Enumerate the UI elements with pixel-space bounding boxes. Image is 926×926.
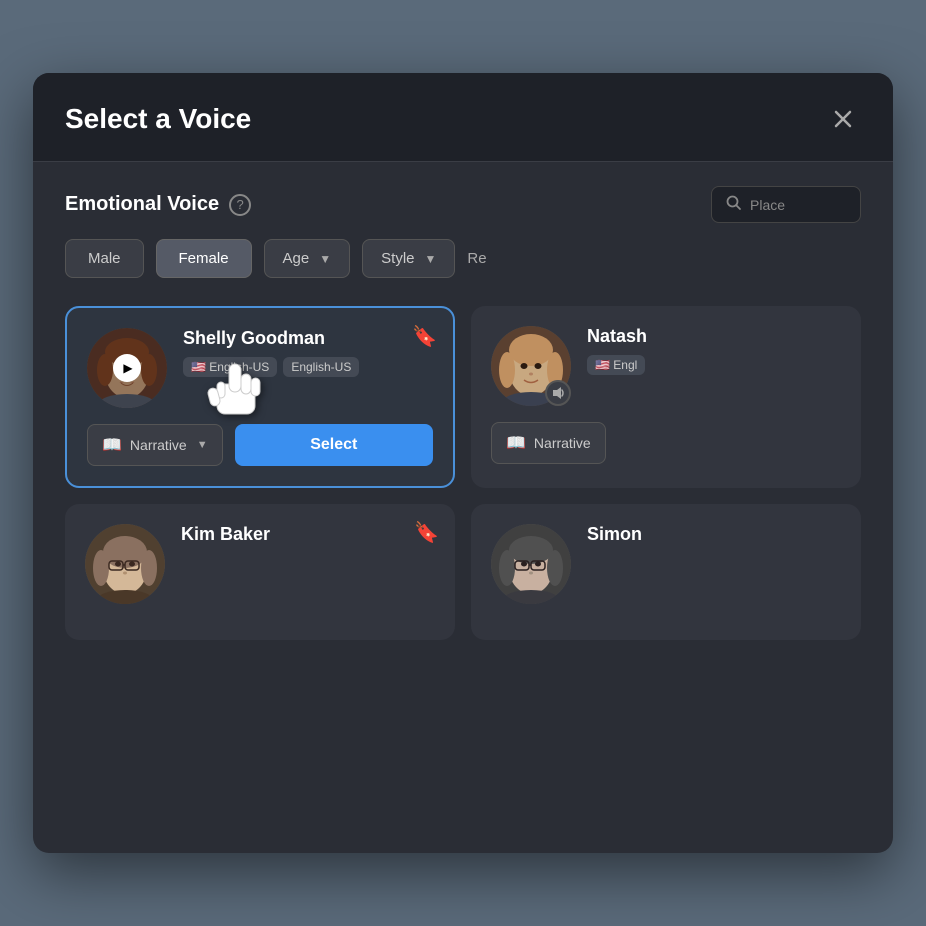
book-icon-shelly: 📖: [102, 435, 122, 455]
style-text-shelly: Narrative: [130, 437, 187, 453]
bookmark-button-shelly[interactable]: 🔖: [412, 324, 437, 349]
play-icon-shelly: ▶: [113, 354, 141, 382]
avatar-svg-simon: [491, 524, 571, 604]
style-chevron-icon: ▼: [425, 252, 437, 266]
voice-name-simon: Simon: [587, 524, 841, 545]
tags-row-shelly: 🇺🇸 English-US English-US: [183, 357, 433, 377]
select-button-shelly[interactable]: Select: [235, 424, 433, 466]
style-dropdown-shelly[interactable]: 📖 Narrative ▼: [87, 424, 223, 466]
card-top-simon: Simon: [491, 524, 841, 604]
help-icon[interactable]: ?: [229, 194, 251, 216]
card-info-simon: Simon: [587, 524, 841, 553]
sub-header: Emotional Voice ? Place: [33, 162, 893, 239]
voice-name-shelly: Shelly Goodman: [183, 328, 433, 349]
style-filter-dropdown[interactable]: Style ▼: [362, 239, 455, 278]
card-top-kim: Kim Baker: [85, 524, 435, 604]
age-chevron-icon: ▼: [319, 252, 331, 266]
avatar-circle-simon: [491, 524, 571, 604]
male-filter-button[interactable]: Male: [65, 239, 144, 278]
section-title: Emotional Voice: [65, 193, 219, 216]
close-button[interactable]: [825, 101, 861, 137]
age-label: Age: [283, 250, 310, 267]
voice-card-simon[interactable]: Simon: [471, 504, 861, 640]
tag-english-us-2: English-US: [283, 357, 359, 377]
avatar-kim: [85, 524, 165, 604]
card-top-shelly: ▶ Shelly Goodman 🇺🇸 English-US English-U…: [87, 328, 433, 408]
modal-header: Select a Voice: [33, 73, 893, 162]
modal-title: Select a Voice: [65, 103, 251, 135]
voice-card-shelly[interactable]: ▶ Shelly Goodman 🇺🇸 English-US English-U…: [65, 306, 455, 488]
age-filter-dropdown[interactable]: Age ▼: [264, 239, 351, 278]
style-text-natasha: Narrative: [534, 435, 591, 451]
voice-name-natasha: Natash: [587, 326, 841, 347]
book-icon-natasha: 📖: [506, 433, 526, 453]
voice-card-natasha[interactable]: Natash 🇺🇸 Engl 📖 Narrative: [471, 306, 861, 488]
search-box[interactable]: Place: [711, 186, 861, 223]
card-info-natasha: Natash 🇺🇸 Engl: [587, 326, 841, 375]
reset-label[interactable]: Re: [467, 250, 486, 267]
style-label: Style: [381, 250, 414, 267]
voice-selection-modal: Select a Voice Emotional Voice ? Place M…: [33, 73, 893, 853]
avatar-circle-kim: [85, 524, 165, 604]
avatar-svg-kim: [85, 524, 165, 604]
voice-cards-grid: ▶ Shelly Goodman 🇺🇸 English-US English-U…: [33, 298, 893, 664]
bookmark-button-kim[interactable]: 🔖: [414, 520, 439, 545]
card-bottom-shelly: 📖 Narrative ▼ Select: [87, 424, 433, 466]
card-bottom-natasha: 📖 Narrative: [491, 422, 841, 464]
speaker-icon-natasha[interactable]: [545, 380, 571, 406]
avatar-simon: [491, 524, 571, 604]
avatar-shelly: ▶: [87, 328, 167, 408]
play-overlay-shelly[interactable]: ▶: [87, 328, 167, 408]
search-placeholder: Place: [750, 197, 785, 213]
card-top-natasha: Natash 🇺🇸 Engl: [491, 326, 841, 406]
tags-row-natasha: 🇺🇸 Engl: [587, 355, 841, 375]
close-icon: [833, 109, 853, 129]
voice-card-kim[interactable]: Kim Baker 🔖: [65, 504, 455, 640]
avatar-natasha: [491, 326, 571, 406]
female-filter-button[interactable]: Female: [156, 239, 252, 278]
tag-engl-natasha: 🇺🇸 Engl: [587, 355, 645, 375]
search-icon: [726, 195, 742, 214]
section-title-row: Emotional Voice ?: [65, 193, 251, 216]
voice-name-kim: Kim Baker: [181, 524, 435, 545]
tag-english-us-1: 🇺🇸 English-US: [183, 357, 277, 377]
style-dropdown-natasha[interactable]: 📖 Narrative: [491, 422, 606, 464]
card-info-shelly: Shelly Goodman 🇺🇸 English-US English-US: [183, 328, 433, 377]
style-chevron-shelly: ▼: [197, 439, 208, 451]
filter-row: Male Female Age ▼ Style ▼ Re: [33, 239, 893, 298]
card-info-kim: Kim Baker: [181, 524, 435, 553]
